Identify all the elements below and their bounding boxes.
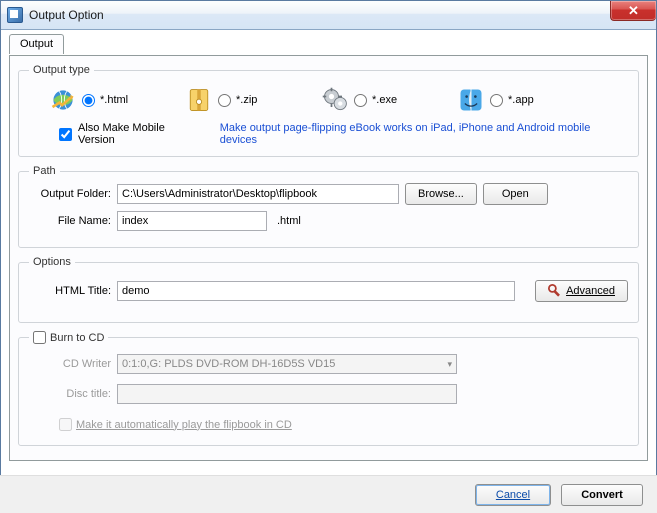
legend-burn: Burn to CD (29, 331, 108, 344)
group-burn: Burn to CD CD Writer 0:1:0,G: PLDS DVD-R… (18, 331, 639, 446)
input-disc-title (117, 384, 457, 404)
open-button[interactable]: Open (483, 183, 548, 205)
legend-path: Path (29, 165, 60, 177)
radio-app-label: *.app (508, 94, 534, 106)
chevron-down-icon: ▾ (447, 359, 452, 370)
window-title: Output Option (29, 8, 104, 22)
checkbox-autoplay (59, 418, 72, 431)
close-button[interactable]: ✕ (610, 1, 656, 21)
input-file-name[interactable] (117, 211, 267, 231)
input-output-folder[interactable] (117, 184, 399, 204)
label-html-title: HTML Title: (29, 285, 111, 297)
wrench-icon (548, 284, 562, 298)
app-finder-icon (457, 86, 485, 114)
convert-button[interactable]: Convert (561, 484, 643, 506)
exe-icon (321, 86, 349, 114)
radio-html-label: *.html (100, 94, 128, 106)
radio-html[interactable] (82, 94, 95, 107)
titlebar: Output Option ✕ (1, 1, 656, 30)
advanced-label: Advanced (566, 285, 615, 297)
checkbox-mobile-label: Also Make Mobile Version (78, 122, 204, 146)
group-output-type: Output type *.html *.zip (18, 64, 639, 157)
radio-zip[interactable] (218, 94, 231, 107)
label-disc-title: Disc title: (29, 388, 111, 400)
app-icon (7, 7, 23, 23)
select-cd-writer-value: 0:1:0,G: PLDS DVD-ROM DH-16D5S VD15 (122, 358, 335, 370)
legend-burn-text: Burn to CD (50, 332, 104, 344)
globe-icon (49, 86, 77, 114)
legend-output-type: Output type (29, 64, 94, 76)
select-cd-writer: 0:1:0,G: PLDS DVD-ROM DH-16D5S VD15 ▾ (117, 354, 457, 374)
group-path: Path Output Folder: Browse... Open File … (18, 165, 639, 248)
legend-options: Options (29, 256, 75, 268)
radio-exe-label: *.exe (372, 94, 397, 106)
checkbox-mobile[interactable] (59, 128, 72, 141)
tab-output[interactable]: Output (9, 34, 64, 54)
output-type-row: *.html *.zip *.exe (29, 82, 628, 122)
close-icon: ✕ (628, 3, 639, 19)
radio-zip-label: *.zip (236, 94, 257, 106)
radio-exe[interactable] (354, 94, 367, 107)
mobile-hint-link[interactable]: Make output page-flipping eBook works on… (220, 122, 628, 146)
tabstrip: Output (9, 34, 648, 56)
tabpanel-output: Output type *.html *.zip (9, 55, 648, 461)
content: Output Output type *.html *.zip (1, 30, 656, 461)
group-options: Options HTML Title: Advanced (18, 256, 639, 323)
zip-icon (185, 86, 213, 114)
input-html-title[interactable] (117, 281, 515, 301)
checkbox-burn[interactable] (33, 331, 46, 344)
cancel-button[interactable]: Cancel (475, 484, 551, 506)
mobile-row: Also Make Mobile Version Make output pag… (29, 122, 628, 146)
label-output-folder: Output Folder: (29, 188, 111, 200)
label-cd-writer: CD Writer (29, 358, 111, 370)
radio-app[interactable] (490, 94, 503, 107)
browse-button[interactable]: Browse... (405, 183, 477, 205)
footer: Cancel Convert (0, 475, 657, 513)
label-file-name: File Name: (29, 215, 111, 227)
checkbox-autoplay-label: Make it automatically play the flipbook … (76, 419, 292, 431)
file-ext: .html (277, 215, 301, 227)
advanced-button[interactable]: Advanced (535, 280, 628, 302)
